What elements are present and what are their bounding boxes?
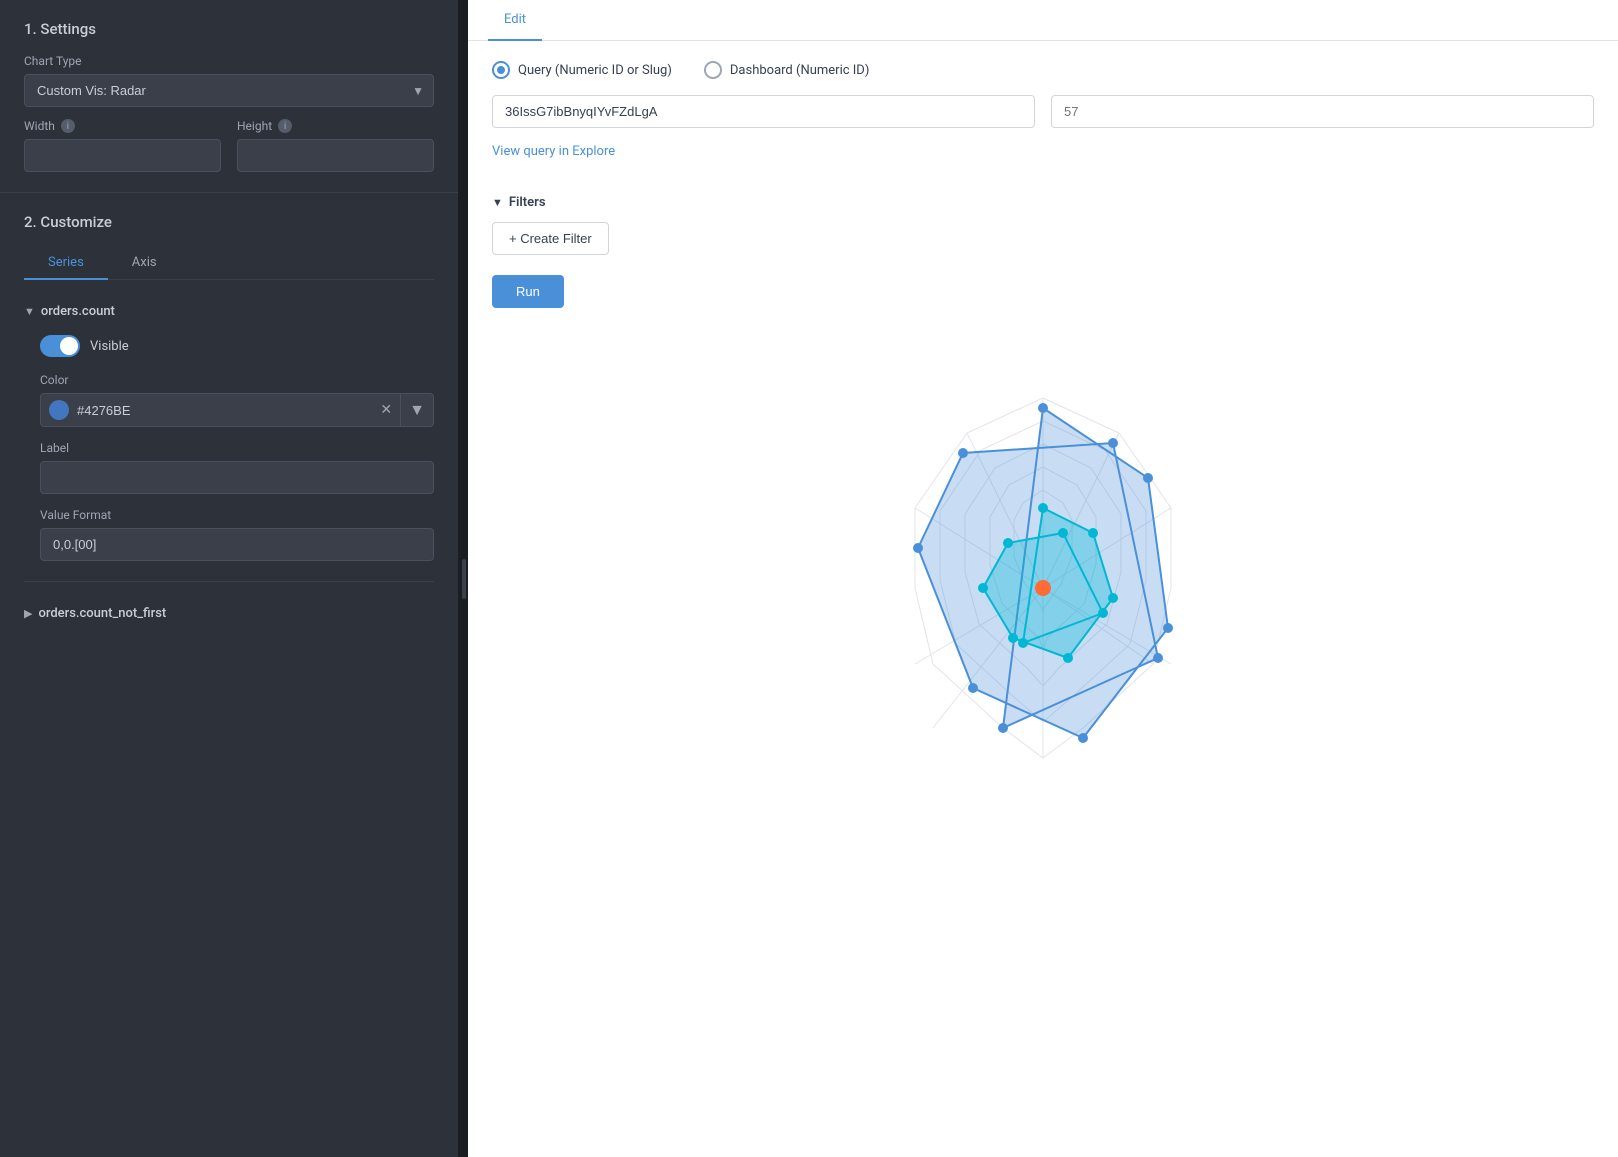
dot <box>978 583 988 593</box>
series-item-orders-count: ▼ orders.count Visible Color <box>24 300 434 561</box>
series-label-orders-count: orders.count <box>41 304 115 319</box>
query-radio-label: Query (Numeric ID or Slug) <box>518 63 672 78</box>
dashboard-radio-option[interactable]: Dashboard (Numeric ID) <box>704 61 869 79</box>
top-tab-edit[interactable]: Edit <box>488 0 542 41</box>
dot <box>1163 623 1173 633</box>
dot <box>1108 593 1118 603</box>
width-field-group: Width i <box>24 119 221 172</box>
dot <box>998 723 1008 733</box>
customize-tabs: Series Axis <box>24 247 434 280</box>
dot <box>913 543 923 553</box>
width-info-icon[interactable]: i <box>61 119 75 133</box>
width-input[interactable] <box>24 139 221 172</box>
view-query-link[interactable]: View query in Explore <box>492 144 615 159</box>
query-radio-circle <box>492 61 510 79</box>
filters-section: ▼ Filters + Create Filter <box>492 195 1594 255</box>
query-section: Query (Numeric ID or Slug) Dashboard (Nu… <box>492 61 1594 175</box>
series-label-orders-count-not-first: orders.count_not_first <box>38 606 166 621</box>
settings-title: 1. Settings <box>24 20 434 38</box>
series-divider <box>24 581 434 582</box>
settings-section: 1. Settings Chart Type Custom Vis: Radar… <box>0 0 458 193</box>
right-content: Query (Numeric ID or Slug) Dashboard (Nu… <box>468 41 1618 1157</box>
color-dropdown-icon[interactable]: ▼ <box>400 394 433 426</box>
dot <box>1003 538 1013 548</box>
dashboard-id-input[interactable] <box>1051 95 1594 128</box>
dot <box>1018 638 1028 648</box>
chart-container <box>492 328 1594 848</box>
visible-label: Visible <box>90 339 129 354</box>
inputs-row <box>492 95 1594 128</box>
chevron-down-icon: ▼ <box>24 305 35 318</box>
width-height-row: Width i Height i <box>24 119 434 172</box>
value-format-input[interactable] <box>40 528 434 561</box>
chart-type-select-wrapper: Custom Vis: Radar ▼ <box>24 74 434 107</box>
series-header-orders-count[interactable]: ▼ orders.count <box>24 300 434 323</box>
height-info-icon[interactable]: i <box>278 119 292 133</box>
filters-chevron-icon: ▼ <box>492 196 503 209</box>
run-button[interactable]: Run <box>492 275 564 308</box>
tab-series[interactable]: Series <box>24 247 108 280</box>
dot <box>1063 653 1073 663</box>
color-value-input[interactable] <box>77 397 372 424</box>
left-panel: 1. Settings Chart Type Custom Vis: Radar… <box>0 0 460 1157</box>
dashboard-radio-circle <box>704 61 722 79</box>
visible-row: Visible <box>40 335 434 357</box>
filters-header[interactable]: ▼ Filters <box>492 195 1594 210</box>
panel-divider[interactable] <box>460 0 468 1157</box>
radar-chart <box>783 348 1303 828</box>
dot <box>1143 473 1153 483</box>
series-item-orders-count-not-first[interactable]: ▶ orders.count_not_first <box>24 602 434 625</box>
dashboard-radio-label: Dashboard (Numeric ID) <box>730 63 869 78</box>
height-input[interactable] <box>237 139 434 172</box>
chart-type-label: Chart Type <box>24 54 434 68</box>
tab-axis[interactable]: Axis <box>108 247 181 280</box>
dot <box>1038 503 1048 513</box>
dot <box>1098 608 1108 618</box>
dot <box>958 448 968 458</box>
label-field-label: Label <box>40 441 434 455</box>
customize-section: 2. Customize Series Axis ▼ orders.count <box>0 193 458 1157</box>
value-format-label: Value Format <box>40 508 434 522</box>
dot <box>968 683 978 693</box>
create-filter-button[interactable]: + Create Filter <box>492 222 609 255</box>
dot <box>1088 528 1098 538</box>
filters-title: Filters <box>509 195 546 210</box>
width-label: Width i <box>24 119 221 133</box>
color-field: ✕ ▼ <box>40 393 434 427</box>
dot <box>1038 403 1048 413</box>
dot <box>1108 438 1118 448</box>
chart-type-select[interactable]: Custom Vis: Radar <box>24 74 434 107</box>
dot <box>1153 653 1163 663</box>
radio-row: Query (Numeric ID or Slug) Dashboard (Nu… <box>492 61 1594 79</box>
chevron-right-icon: ▶ <box>24 607 32 620</box>
label-input[interactable] <box>40 461 434 494</box>
customize-title: 2. Customize <box>24 213 434 231</box>
color-clear-icon[interactable]: ✕ <box>372 396 400 424</box>
right-panel: Edit Query (Numeric ID or Slug) Dashboar… <box>468 0 1618 1157</box>
query-id-input[interactable] <box>492 95 1035 128</box>
top-tabs: Edit <box>468 0 1618 41</box>
dot <box>1078 733 1088 743</box>
height-field-group: Height i <box>237 119 434 172</box>
query-radio-option[interactable]: Query (Numeric ID or Slug) <box>492 61 672 79</box>
center-dot <box>1035 580 1051 596</box>
drag-handle <box>462 559 466 599</box>
color-label: Color <box>40 373 434 387</box>
series-body-orders-count: Visible Color ✕ ▼ Label Value Format <box>24 323 434 561</box>
dot <box>1008 633 1018 643</box>
dot <box>1058 528 1068 538</box>
color-swatch[interactable] <box>49 400 69 420</box>
visible-toggle[interactable] <box>40 335 80 357</box>
height-label: Height i <box>237 119 434 133</box>
